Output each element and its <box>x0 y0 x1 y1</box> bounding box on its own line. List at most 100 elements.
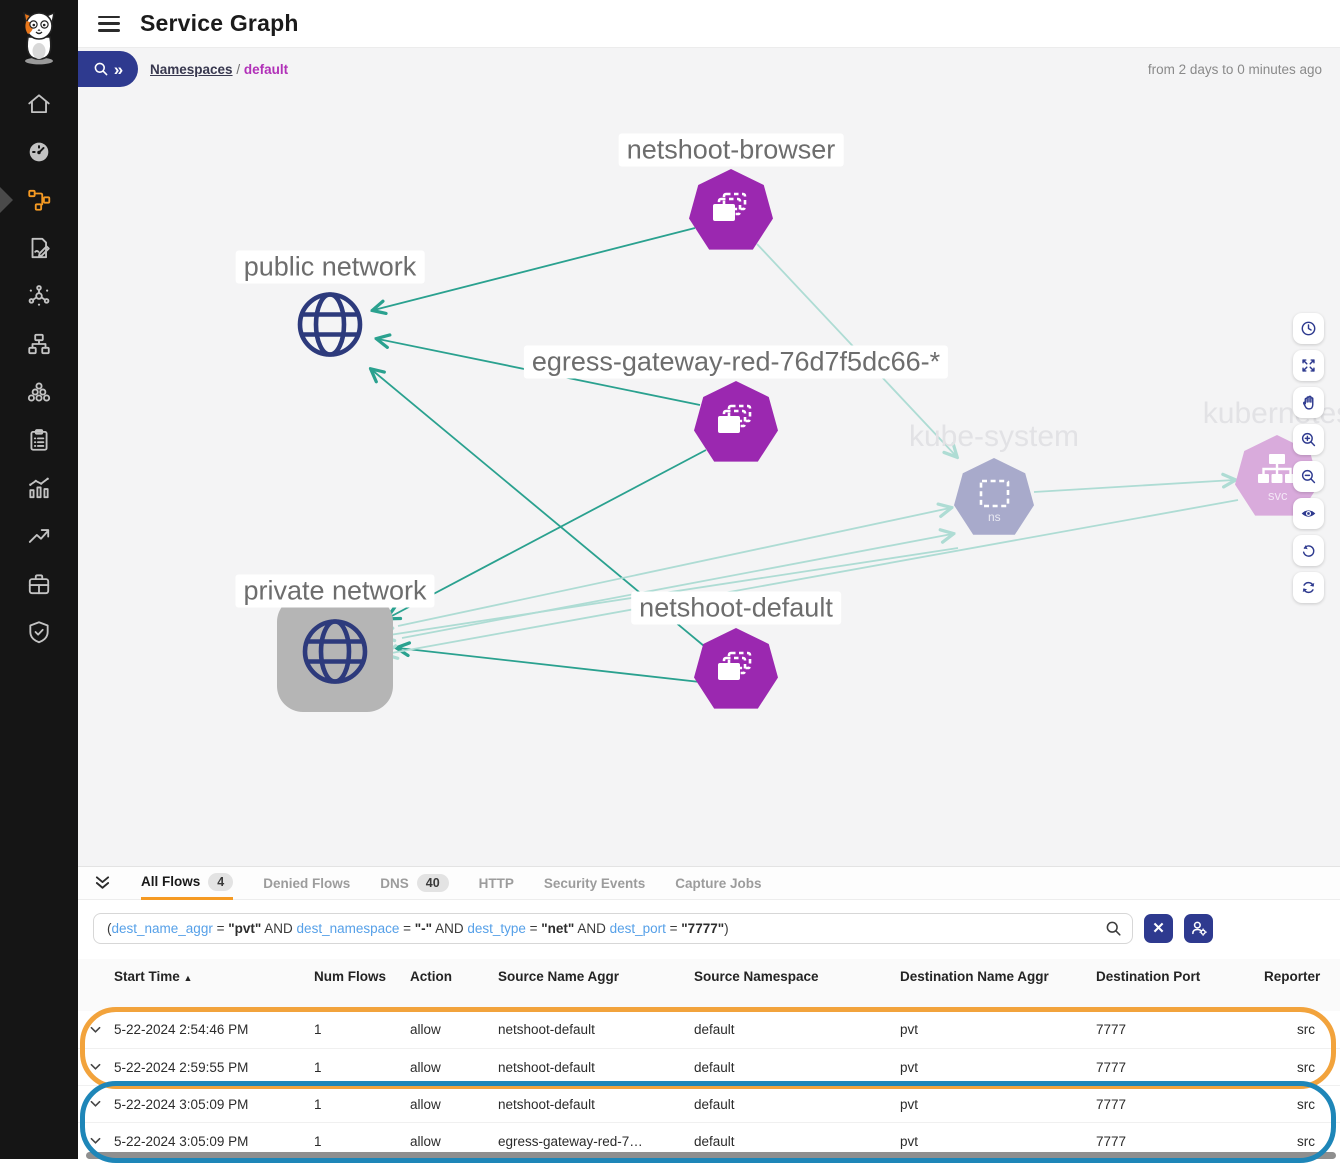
zoom-out-button[interactable] <box>1293 461 1324 492</box>
activity-icon <box>26 475 52 501</box>
collapse-panel-icon[interactable] <box>94 875 111 891</box>
horizontal-scrollbar[interactable] <box>86 1152 1336 1159</box>
cell-start_time: 5-22-2024 2:54:46 PM <box>114 1022 314 1037</box>
trends-icon <box>26 523 52 549</box>
tab-dns[interactable]: DNS40 <box>380 867 448 900</box>
user-settings-button[interactable] <box>1184 914 1213 943</box>
cell-source_name_aggr: netshoot-default <box>498 1060 694 1075</box>
hamburger-menu-icon[interactable] <box>98 16 120 32</box>
cell-start_time: 5-22-2024 3:05:09 PM <box>114 1134 314 1149</box>
table-row[interactable]: 5-22-2024 2:54:46 PM1allownetshoot-defau… <box>78 1011 1340 1048</box>
undo-button[interactable] <box>1293 535 1324 566</box>
sidebar-item-trends[interactable] <box>0 514 78 558</box>
cell-dest_name_aggr: pvt <box>900 1060 1096 1075</box>
cell-dest_name_aggr: pvt <box>900 1022 1096 1037</box>
column-header-action[interactable]: Action <box>410 969 498 1011</box>
sidebar-item-security[interactable] <box>0 610 78 654</box>
undo-icon <box>1300 542 1317 559</box>
nodes-icon <box>26 283 52 309</box>
flow-edge <box>398 648 700 682</box>
flows-table-header: Start Time ▲Num FlowsActionSource Name A… <box>78 959 1340 1011</box>
column-header-num_flows[interactable]: Num Flows <box>314 969 410 1011</box>
graph-toolbar <box>1293 313 1324 603</box>
tab-http[interactable]: HTTP <box>479 867 514 900</box>
graph-node-kube-system[interactable]: ns <box>954 458 1034 538</box>
node-label-private-network: private network <box>235 575 434 608</box>
svg-text:ns: ns <box>988 510 1001 524</box>
graph-node-netshoot-browser[interactable] <box>689 169 773 253</box>
sidebar-item-clusters[interactable] <box>0 370 78 414</box>
clear-filter-button[interactable]: ✕ <box>1144 914 1173 943</box>
graph-node-public-network[interactable] <box>290 285 370 370</box>
flow-edge <box>386 500 1238 654</box>
tab-badge: 40 <box>417 874 449 892</box>
graph-node-netshoot-default[interactable] <box>694 628 778 712</box>
search-icon <box>93 61 109 77</box>
time-button[interactable] <box>1293 313 1324 344</box>
column-header-start_time[interactable]: Start Time ▲ <box>114 969 314 1011</box>
column-header-dest_port[interactable]: Destination Port <box>1096 969 1264 1011</box>
cell-start_time: 5-22-2024 2:59:55 PM <box>114 1060 314 1075</box>
cell-source_name_aggr: egress-gateway-red-7… <box>498 1134 694 1149</box>
active-nav-marker <box>0 187 13 213</box>
cell-dest_name_aggr: pvt <box>900 1134 1096 1149</box>
cell-dest_port: 7777 <box>1096 1022 1264 1037</box>
cell-reporter: src <box>1264 1097 1315 1112</box>
graph-node-egress-gateway[interactable] <box>694 381 778 465</box>
sidebar-item-home[interactable] <box>0 82 78 126</box>
sidebar-item-dashboard[interactable] <box>0 130 78 174</box>
graph-search-button[interactable]: » <box>78 51 138 87</box>
sidebar-item-endpoints[interactable] <box>0 322 78 366</box>
graph-node-private-network[interactable] <box>295 612 375 697</box>
column-header-source_namespace[interactable]: Source Namespace <box>694 969 900 1011</box>
fit-button[interactable] <box>1293 350 1324 381</box>
tab-capture-jobs[interactable]: Capture Jobs <box>675 867 761 900</box>
cell-num_flows: 1 <box>314 1060 410 1075</box>
sort-asc-icon: ▲ <box>184 973 193 983</box>
pan-button[interactable] <box>1293 387 1324 418</box>
flows-table-body: 5-22-2024 2:54:46 PM1allownetshoot-defau… <box>78 1011 1340 1159</box>
column-header-reporter[interactable]: Reporter <box>1264 969 1320 1011</box>
tab-security-events[interactable]: Security Events <box>544 867 645 900</box>
visibility-button[interactable] <box>1293 498 1324 529</box>
flows-panel: All Flows4 Denied Flows DNS40 HTTP Security … <box>78 866 1340 1159</box>
cell-action: allow <box>410 1134 498 1149</box>
cell-num_flows: 1 <box>314 1134 410 1149</box>
column-header-source_name_aggr[interactable]: Source Name Aggr <box>498 969 694 1011</box>
sidebar-item-activity[interactable] <box>0 466 78 510</box>
table-row[interactable]: 5-22-2024 2:59:55 PM1allownetshoot-defau… <box>78 1048 1340 1085</box>
refresh-button[interactable] <box>1293 572 1324 603</box>
zoom-out-icon <box>1300 468 1317 485</box>
time-range-label: from 2 days to 0 minutes ago <box>1148 62 1322 77</box>
row-expand-chevron-icon[interactable] <box>90 1026 114 1034</box>
sidebar-item-compliance[interactable] <box>0 418 78 462</box>
cell-dest_port: 7777 <box>1096 1097 1264 1112</box>
sidebar-item-storage[interactable] <box>0 562 78 606</box>
filter-query-input[interactable]: (dest_name_aggr = "pvt" AND dest_namespa… <box>93 913 1133 944</box>
zoom-in-button[interactable] <box>1293 424 1324 455</box>
search-icon[interactable] <box>1105 920 1122 937</box>
node-label-public-network: public network <box>236 251 425 284</box>
table-row[interactable]: 5-22-2024 3:05:09 PM1allownetshoot-defau… <box>78 1085 1340 1122</box>
service-graph-icon <box>26 187 52 213</box>
column-header-dest_name_aggr[interactable]: Destination Name Aggr <box>900 969 1096 1011</box>
page-title: Service Graph <box>140 10 299 37</box>
row-expand-chevron-icon[interactable] <box>90 1137 114 1145</box>
sidebar-item-nodes[interactable] <box>0 274 78 318</box>
breadcrumb-namespaces-link[interactable]: Namespaces <box>150 62 233 77</box>
security-icon <box>26 619 52 645</box>
visibility-icon <box>1300 505 1317 522</box>
calico-cat-logo[interactable] <box>0 0 78 72</box>
cell-dest_port: 7777 <box>1096 1134 1264 1149</box>
tab-all-flows[interactable]: All Flows4 <box>141 867 233 900</box>
breadcrumb-current: default <box>244 62 288 77</box>
tab-denied-flows[interactable]: Denied Flows <box>263 867 350 900</box>
service-graph-canvas[interactable]: netshoot-browserpublic networkegress-gat… <box>78 48 1340 866</box>
dashboard-icon <box>26 139 52 165</box>
storage-icon <box>26 571 52 597</box>
flows-tab-bar: All Flows4 Denied Flows DNS40 HTTP Security … <box>78 867 1340 900</box>
row-expand-chevron-icon[interactable] <box>90 1100 114 1108</box>
sidebar-item-policies[interactable] <box>0 226 78 270</box>
row-expand-chevron-icon[interactable] <box>90 1063 114 1071</box>
cell-dest_name_aggr: pvt <box>900 1097 1096 1112</box>
